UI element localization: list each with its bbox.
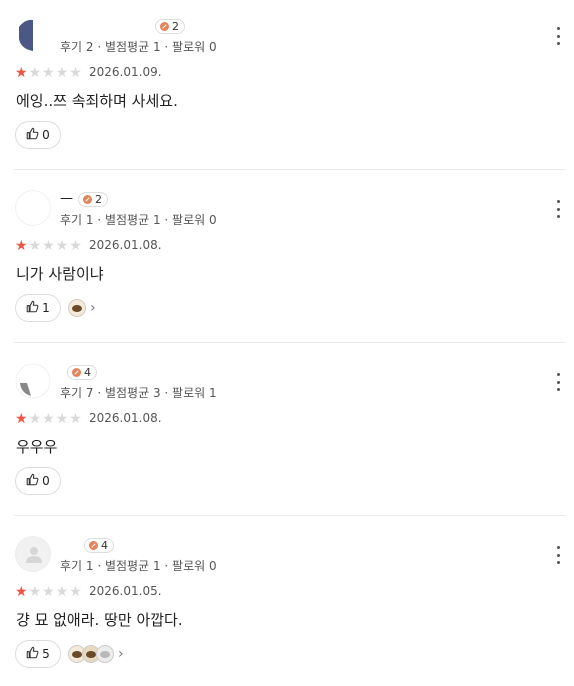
- rating-stars: ★ ★ ★ ★ ★: [15, 239, 82, 253]
- divider: [14, 515, 566, 516]
- star-icon: ★: [69, 238, 82, 254]
- star-icon: ★: [55, 238, 69, 254]
- review-text: 니가 사람이냐: [16, 265, 104, 283]
- star-icon: ★: [55, 411, 69, 427]
- review-item: 4 후기 1 · 별점평균 1 · 팔로워 0 ★ ★ ★ ★ ★ 2026.01.05…: [0, 519, 574, 686]
- rating-stars: ★ ★ ★ ★ ★: [15, 66, 82, 80]
- avatar[interactable]: [15, 363, 51, 399]
- like-button[interactable]: 5: [15, 640, 61, 668]
- review-item: 2 후기 2 · 별점평균 1 · 팔로워 0 ★ ★ ★ ★ ★ 2026.01.09…: [0, 0, 574, 173]
- badge-count: 2: [95, 193, 102, 206]
- divider: [14, 169, 566, 170]
- like-count: 1: [42, 301, 50, 315]
- star-icon: ★: [69, 411, 82, 427]
- star-icon: ★: [42, 65, 55, 81]
- star-icon: ★: [69, 584, 82, 600]
- star-icon: ★: [28, 411, 42, 427]
- more-vertical-icon: [556, 373, 560, 376]
- chevron-right-icon: ›: [90, 300, 96, 316]
- badge-count: 4: [101, 539, 108, 552]
- more-options-button[interactable]: [554, 546, 562, 564]
- star-icon: ★: [28, 584, 42, 600]
- reviewer-stats: 후기 2 · 별점평균 1 · 팔로워 0: [60, 40, 217, 54]
- star-icon: ★: [55, 584, 69, 600]
- like-button[interactable]: 0: [15, 121, 61, 149]
- like-count: 0: [42, 474, 50, 488]
- like-count: 0: [42, 128, 50, 142]
- star-icon: ★: [55, 65, 69, 81]
- badge-coin-icon: [83, 195, 92, 204]
- avatar[interactable]: [15, 536, 51, 572]
- star-icon: ★: [15, 65, 28, 81]
- reviewer-stats: 후기 1 · 별점평균 1 · 팔로워 0: [60, 213, 217, 227]
- star-icon: ★: [15, 411, 28, 427]
- badge-coin-icon: [160, 22, 169, 31]
- more-options-button[interactable]: [554, 27, 562, 45]
- reviewer-badge: 2: [78, 192, 108, 207]
- reviewer-nickname[interactable]: —: [60, 191, 73, 206]
- liker-avatar: [68, 299, 86, 317]
- more-vertical-icon: [556, 200, 560, 203]
- more-vertical-icon: [556, 546, 560, 549]
- star-icon: ★: [28, 65, 42, 81]
- more-options-button[interactable]: [554, 373, 562, 391]
- rating-stars: ★ ★ ★ ★ ★: [15, 412, 82, 426]
- review-item: — 2 후기 1 · 별점평균 1 · 팔로워 0 ★ ★ ★ ★ ★ 2026.01.…: [0, 173, 574, 346]
- review-text: 우우우: [16, 438, 58, 456]
- review-text: 걍 묘 없애라. 땅만 아깝다.: [16, 611, 183, 629]
- review-item: 4 후기 7 · 별점평균 3 · 팔로워 1 ★ ★ ★ ★ ★ 2026.01.08…: [0, 346, 574, 519]
- badge-coin-icon: [72, 368, 81, 377]
- reviewer-badge: 4: [67, 365, 97, 380]
- badge-count: 4: [84, 366, 91, 379]
- star-icon: ★: [15, 584, 28, 600]
- thumbs-up-icon: [26, 646, 39, 662]
- reviewer-stats: 후기 7 · 별점평균 3 · 팔로워 1: [60, 386, 217, 400]
- thumbs-up-icon: [26, 127, 39, 143]
- star-icon: ★: [42, 584, 55, 600]
- like-button[interactable]: 0: [15, 467, 61, 495]
- badge-count: 2: [172, 20, 179, 33]
- review-text: 에잉..쯔 속죄하며 사세요.: [16, 92, 178, 110]
- liker-avatar: [96, 645, 114, 663]
- badge-coin-icon: [89, 541, 98, 550]
- thumbs-up-icon: [26, 473, 39, 489]
- default-user-icon: [26, 547, 42, 563]
- star-icon: ★: [69, 65, 82, 81]
- star-icon: ★: [15, 238, 28, 254]
- thumbs-up-icon: [26, 300, 39, 316]
- reviewer-badge: 2: [155, 19, 185, 34]
- review-date: 2026.01.08.: [89, 238, 162, 252]
- divider: [14, 342, 566, 343]
- likers-preview[interactable]: ›: [68, 645, 124, 663]
- like-count: 5: [42, 647, 50, 661]
- more-options-button[interactable]: [554, 200, 562, 218]
- avatar[interactable]: [15, 17, 51, 53]
- star-icon: ★: [42, 411, 55, 427]
- reviewer-badge: 4: [84, 538, 114, 553]
- like-button[interactable]: 1: [15, 294, 61, 322]
- likers-preview[interactable]: ›: [68, 299, 96, 317]
- reviewer-stats: 후기 1 · 별점평균 1 · 팔로워 0: [60, 559, 217, 573]
- avatar[interactable]: [15, 190, 51, 226]
- chevron-right-icon: ›: [118, 646, 124, 662]
- review-date: 2026.01.08.: [89, 411, 162, 425]
- rating-stars: ★ ★ ★ ★ ★: [15, 585, 82, 599]
- star-icon: ★: [42, 238, 55, 254]
- review-date: 2026.01.05.: [89, 584, 162, 598]
- star-icon: ★: [28, 238, 42, 254]
- review-date: 2026.01.09.: [89, 65, 162, 79]
- more-vertical-icon: [556, 27, 560, 30]
